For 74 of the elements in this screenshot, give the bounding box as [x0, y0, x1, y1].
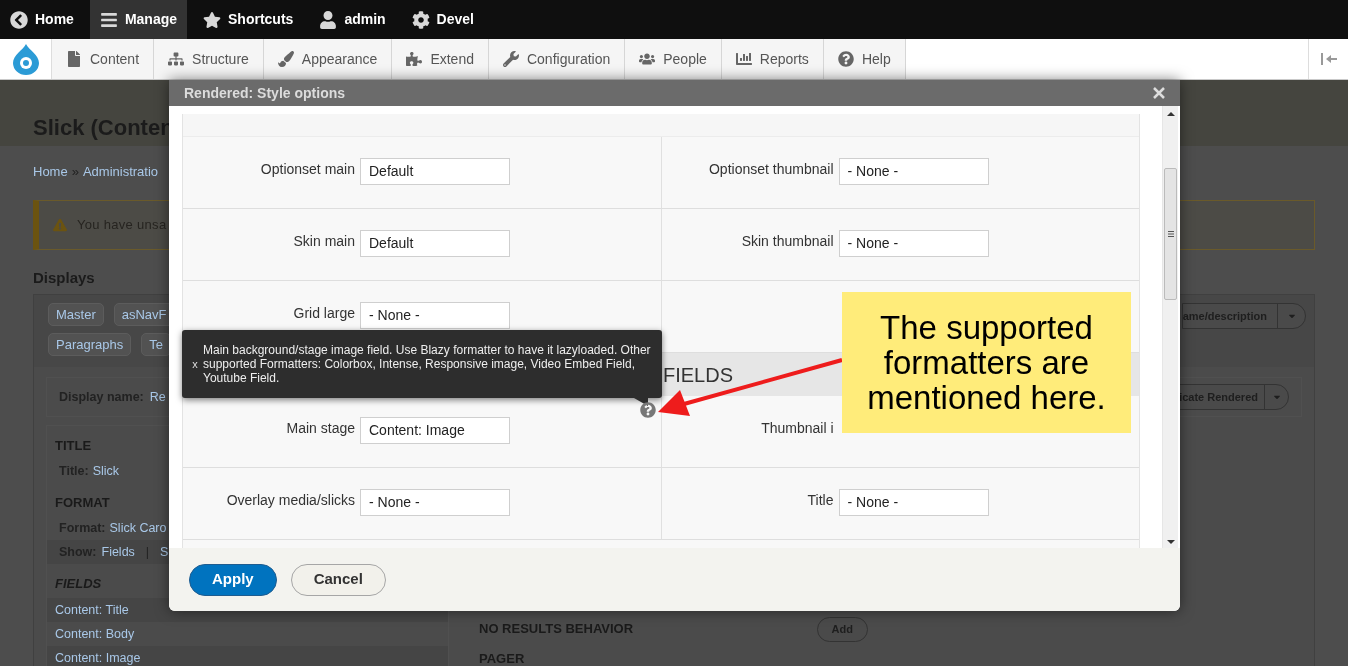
select-field[interactable]: - None - — [838, 158, 989, 185]
toolbar-tab[interactable]: Configuration — [488, 39, 626, 79]
field-label: Skin thumbnail — [741, 233, 834, 249]
menu-icon — [99, 10, 118, 29]
top-bar-tab[interactable]: Shortcuts — [193, 0, 304, 39]
field-label: Optionset thumbnail — [708, 161, 834, 177]
toolbar-tab[interactable]: Reports — [721, 39, 824, 79]
field-label: Title — [807, 492, 834, 508]
separator-text: | — [144, 543, 151, 561]
warning-icon — [53, 217, 67, 232]
select-field[interactable]: Default — [360, 230, 510, 257]
tooltip-close-button[interactable]: x — [188, 355, 202, 373]
puzzle-icon — [406, 51, 423, 67]
field-label: Skin main — [293, 233, 355, 249]
close-icon — [1153, 87, 1165, 99]
grip-icon — [1167, 231, 1174, 237]
person-icon — [319, 10, 338, 29]
field-label: Main stage — [286, 420, 355, 436]
cancel-button[interactable]: Cancel — [290, 563, 386, 596]
toolbar-tab[interactable]: People — [625, 39, 722, 79]
top-bar-tab[interactable]: Manage — [89, 0, 188, 39]
select-field[interactable]: Default — [360, 158, 510, 185]
callout: The supported formatters are mentioned here. — [842, 292, 1131, 433]
field-link[interactable]: Content: Body — [55, 624, 135, 644]
help-icon — [640, 402, 656, 418]
setting-link[interactable]: Slick — [92, 462, 120, 481]
wrench-icon — [502, 51, 519, 67]
field-link[interactable]: Content: Image — [55, 648, 141, 666]
toolbar-tab[interactable]: Help — [823, 39, 906, 79]
brush-icon — [277, 51, 294, 67]
apply-button[interactable]: Apply — [189, 563, 277, 596]
settings-icon — [411, 10, 430, 29]
sitemap-icon — [168, 51, 185, 67]
select-field[interactable]: - None - — [838, 489, 989, 516]
setting-link[interactable]: Fields — [101, 542, 135, 562]
display-tab[interactable]: Te — [141, 333, 171, 356]
toolbar-tab[interactable]: Extend — [392, 39, 489, 79]
bar-chart-icon — [735, 51, 752, 67]
top-bar-tab[interactable]: admin — [309, 0, 396, 39]
section-heading: FIELDS — [663, 362, 733, 388]
select-field[interactable]: - None - — [360, 302, 510, 329]
star-icon — [203, 10, 222, 29]
select-field[interactable]: - None - — [360, 489, 510, 516]
toolbar-tab[interactable]: Structure — [154, 39, 264, 79]
toolbar-tab[interactable]: Appearance — [263, 39, 393, 79]
scroll-down-icon — [1166, 538, 1175, 546]
help-icon — [837, 51, 854, 67]
document-icon — [66, 51, 82, 67]
select-field[interactable]: - None - — [838, 230, 989, 257]
scroll-bar[interactable] — [1162, 106, 1178, 548]
people-icon — [639, 51, 656, 67]
top-bar-tab[interactable]: Home — [0, 0, 84, 39]
collapse-icon — [1319, 52, 1338, 66]
top-bar-tab[interactable]: Devel — [401, 0, 484, 39]
setting-link[interactable]: S — [160, 542, 169, 562]
dialog-title: Rendered: Style options — [184, 83, 346, 103]
field-link[interactable]: Content: Title — [55, 600, 129, 620]
display-name-link[interactable]: Re — [149, 387, 166, 407]
chevron-left-icon — [10, 10, 28, 29]
scroll-thumb[interactable] — [1164, 168, 1177, 300]
display-tab[interactable]: Paragraphs — [48, 333, 132, 356]
field-label: Overlay media/slicks — [226, 492, 355, 508]
setting-link[interactable]: Slick Caro — [109, 518, 167, 538]
breadcrumb-link[interactable]: Administratio — [82, 162, 159, 182]
scroll-up-icon — [1166, 110, 1175, 118]
breadcrumb-separator: » — [71, 163, 79, 181]
field-label: Optionset main — [260, 161, 355, 177]
breadcrumb-link[interactable]: Home — [33, 162, 68, 182]
display-tab[interactable]: Master — [48, 303, 104, 326]
select-field[interactable]: Content: Image — [360, 417, 510, 444]
field-label: Grid large — [293, 305, 355, 321]
field-label: Thumbnail i — [761, 420, 834, 436]
toolbar-tab[interactable]: Content — [52, 39, 155, 79]
drop-logo-icon — [10, 43, 41, 75]
